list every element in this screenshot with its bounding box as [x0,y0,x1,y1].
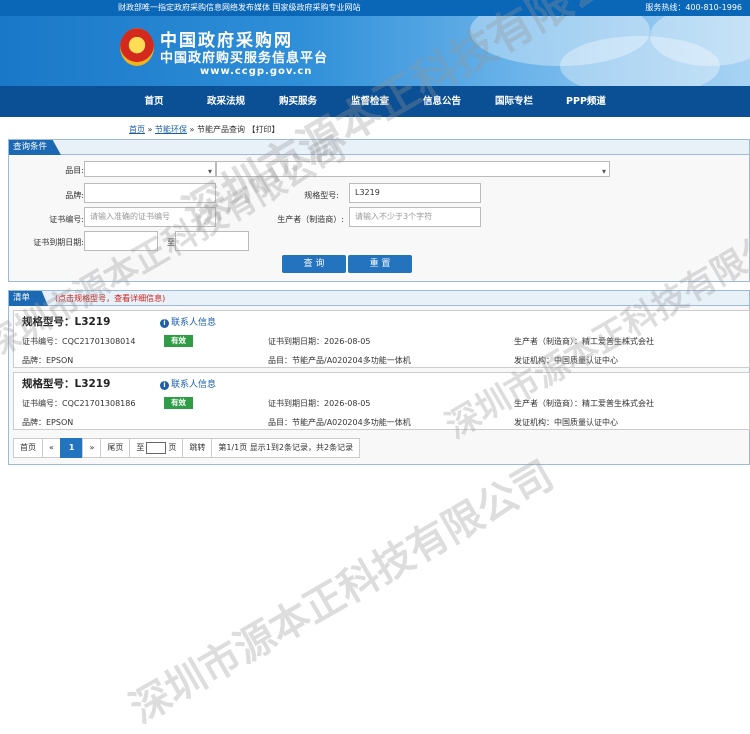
breadcrumb-energy[interactable]: 节能环保 [155,125,187,134]
contact-info-label: 联系人信息 [171,318,217,328]
maker-input[interactable]: 请输入不少于3个字符 [349,207,481,227]
nav-ppp[interactable]: PPP频道 [550,86,622,117]
print-link[interactable]: 【打印】 [248,125,280,134]
nav-regulations[interactable]: 政采法规 [190,86,262,117]
query-panel: 查询条件 品目: ▾ ▾ 品牌: 规格型号: L3219 证书编号: 请输入准确… [8,139,750,282]
expire-date: 证书到期日期：2026-08-05 [268,399,371,408]
list-item: 规格型号：L3219 i 联系人信息 证书编号：CQC21701308014 有效… [13,310,750,368]
watermark: 深圳市源本正科技有限公司 [122,452,562,733]
national-emblem-icon [120,28,154,66]
query-tab: 查询条件 [9,140,62,155]
results-hint: (点击规格型号，查看详细信息) [55,294,166,303]
main-nav: 首页 政采法规 购买服务 监督检查 信息公告 国际专栏 PPP频道 [0,86,750,117]
model-link[interactable]: 规格型号：L3219 [22,376,110,391]
breadcrumb-home[interactable]: 首页 [129,125,145,134]
info-icon: i [160,381,169,390]
expire-date: 证书到期日期：2026-08-05 [268,337,371,346]
model-input[interactable]: L3219 [349,183,481,203]
expire-to-input[interactable] [175,231,249,251]
site-notice: 财政部唯一指定政府采购信息网络发布媒体 国家级政府采购专业网站 [118,3,361,12]
cert-no: 证书编号：CQC21701308014 [22,337,136,346]
brand-input[interactable] [84,183,216,203]
hotline: 服务热线：400-810-1996 [645,3,742,12]
nav-supervision[interactable]: 监督检查 [334,86,406,117]
breadcrumb-separator: » [147,125,153,134]
goto-page-input[interactable] [146,441,167,454]
category-label: 品目: [65,166,84,175]
jump-button[interactable]: 跳转 [182,438,213,458]
list-item: 规格型号：L3219 i 联系人信息 证书编号：CQC21701308186 有效… [13,372,750,430]
query-button[interactable]: 查 询 [282,255,346,273]
maker: 生产者（制造商）：精工爱普生株式会社 [514,399,654,408]
cert-no: 证书编号：CQC21701308186 [22,399,136,408]
results-list: 规格型号：L3219 i 联系人信息 证书编号：CQC21701308014 有效… [9,310,750,464]
maker: 生产者（制造商）：精工爱普生株式会社 [514,337,654,346]
category-select-2[interactable]: ▾ [216,161,610,177]
cert-no-label: 证书编号: [49,215,84,224]
site-subtitle: 中国政府购买服务信息平台 [160,51,329,66]
cert-no-input[interactable]: 请输入准确的证书编号 [84,207,216,227]
brand: 品牌：EPSON [22,418,74,427]
model-label: 规格型号: [304,191,339,200]
pagination: 首页 « 1 » 尾页 至页 跳转 第1/1页 显示1到2条记录，共2条记录 [13,438,749,458]
nav-announcements[interactable]: 信息公告 [406,86,478,117]
banner: 中国政府采购网 中国政府购买服务信息平台 www.ccgp.gov.cn [0,16,750,86]
page-1-button[interactable]: 1 [59,438,84,458]
results-panel-header: 清单 (点击规格型号，查看详细信息) [9,291,749,306]
category-select-1[interactable]: ▾ [84,161,216,177]
contact-info-link[interactable]: i 联系人信息 [160,315,216,328]
prev-page-button[interactable]: « [42,438,61,458]
nav-international[interactable]: 国际专栏 [478,86,550,117]
status-badge: 有效 [164,335,193,347]
results-tab: 清单 [9,291,49,306]
nav-purchase-services[interactable]: 购买服务 [262,86,334,117]
goto-prefix: 至 [136,443,145,452]
status-badge: 有效 [164,397,193,409]
reset-button[interactable]: 重 置 [348,255,412,273]
contact-info-link[interactable]: i 联系人信息 [160,377,216,390]
page-summary: 第1/1页 显示1到2条记录，共2条记录 [211,438,361,458]
breadcrumb: 首页 » 节能环保 » 节能产品查询 【打印】 [0,117,750,139]
next-page-button[interactable]: » [82,438,102,458]
query-form: 品目: ▾ ▾ 品牌: 规格型号: L3219 证书编号: 请输入准确的证书编号… [9,155,749,281]
chevron-down-icon: ▾ [601,167,606,176]
category: 品目：节能产品/A020204多功能一体机 [268,418,411,427]
expire-label: 证书到期日期: [33,238,84,247]
last-page-button[interactable]: 尾页 [100,438,131,458]
breadcrumb-separator: » [189,125,195,134]
issuer: 发证机构：中国质量认证中心 [514,418,618,427]
query-panel-header: 查询条件 [9,140,749,155]
category: 品目：节能产品/A020204多功能一体机 [268,356,411,365]
breadcrumb-current: 节能产品查询 [197,125,245,134]
issuer: 发证机构：中国质量认证中心 [514,356,618,365]
nav-home[interactable]: 首页 [118,86,190,117]
results-panel: 清单 (点击规格型号，查看详细信息) 规格型号：L3219 i 联系人信息 证书编… [8,290,750,465]
goto-page: 至页 [129,438,184,458]
goto-suffix: 页 [168,443,177,452]
model-link[interactable]: 规格型号：L3219 [22,314,110,329]
expire-from-input[interactable] [84,231,158,251]
chevron-down-icon: ▾ [207,167,212,176]
brand-label: 品牌: [65,191,84,200]
top-bar: 财政部唯一指定政府采购信息网络发布媒体 国家级政府采购专业网站 服务热线：400… [0,0,750,16]
to-label: 至 [167,238,175,247]
info-icon: i [160,319,169,328]
brand: 品牌：EPSON [22,356,74,365]
maker-label: 生产者（制造商）: [277,215,344,224]
site-url: www.ccgp.gov.cn [200,66,313,77]
contact-info-label: 联系人信息 [171,380,217,390]
first-page-button[interactable]: 首页 [13,438,43,458]
